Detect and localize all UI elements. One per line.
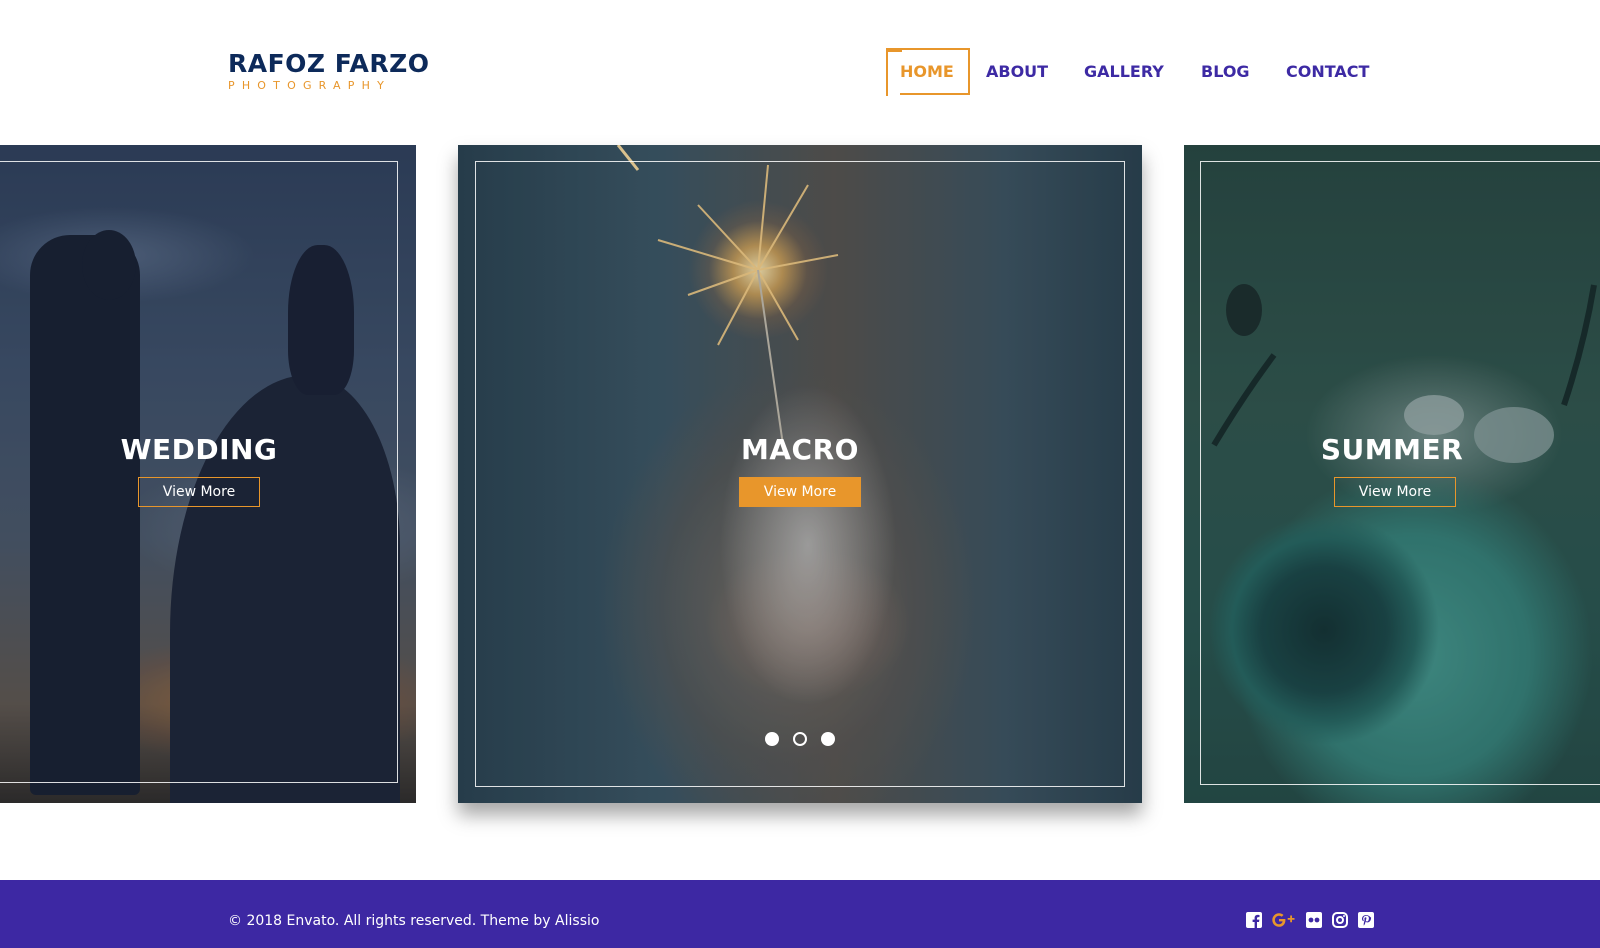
nav-label-home: HOME — [900, 61, 954, 81]
carousel-dot-1[interactable] — [765, 732, 779, 746]
slide-wedding[interactable]: WEDDING View More — [0, 145, 416, 803]
carousel-dot-3[interactable] — [821, 732, 835, 746]
site-footer: © 2018 Envato. All rights reserved. Them… — [0, 880, 1600, 948]
nav-label-blog: BLOG — [1201, 61, 1250, 81]
nav-item-home[interactable]: HOME — [886, 48, 970, 96]
facebook-icon[interactable] — [1245, 911, 1263, 929]
nav-label-contact: CONTACT — [1286, 61, 1370, 81]
slide-summer[interactable]: SUMMER View More — [1184, 145, 1600, 803]
slide-title: MACRO — [741, 433, 859, 466]
slide-title: SUMMER — [1320, 433, 1464, 466]
nav-item-gallery[interactable]: GALLERY — [1084, 48, 1164, 94]
view-more-button[interactable]: View More — [739, 477, 861, 507]
nav-item-contact[interactable]: CONTACT — [1286, 48, 1369, 94]
instagram-icon[interactable] — [1331, 911, 1349, 929]
nav-item-about[interactable]: ABOUT — [986, 48, 1048, 94]
social-links — [1245, 911, 1375, 929]
slide-frame — [475, 161, 1125, 787]
copyright-text: © 2018 Envato. All rights reserved. Them… — [228, 913, 600, 929]
pinterest-icon[interactable] — [1357, 911, 1375, 929]
nav-label-gallery: GALLERY — [1084, 61, 1164, 81]
carousel-dots — [458, 732, 1142, 746]
slide-frame — [1200, 161, 1600, 785]
slide-frame — [0, 161, 398, 783]
view-more-button[interactable]: View More — [1334, 477, 1456, 507]
slide-title: WEDDING — [120, 433, 278, 466]
carousel-dot-2[interactable] — [793, 732, 807, 746]
google-plus-icon[interactable] — [1271, 911, 1297, 929]
nav-item-blog[interactable]: BLOG — [1201, 48, 1250, 94]
view-more-button[interactable]: View More — [138, 477, 260, 507]
nav-label-about: ABOUT — [986, 61, 1049, 81]
slide-macro[interactable]: MACRO View More — [458, 145, 1142, 803]
main-nav: HOME ABOUT GALLERY BLOG CONTACT — [0, 48, 1600, 96]
flickr-icon[interactable] — [1305, 911, 1323, 929]
